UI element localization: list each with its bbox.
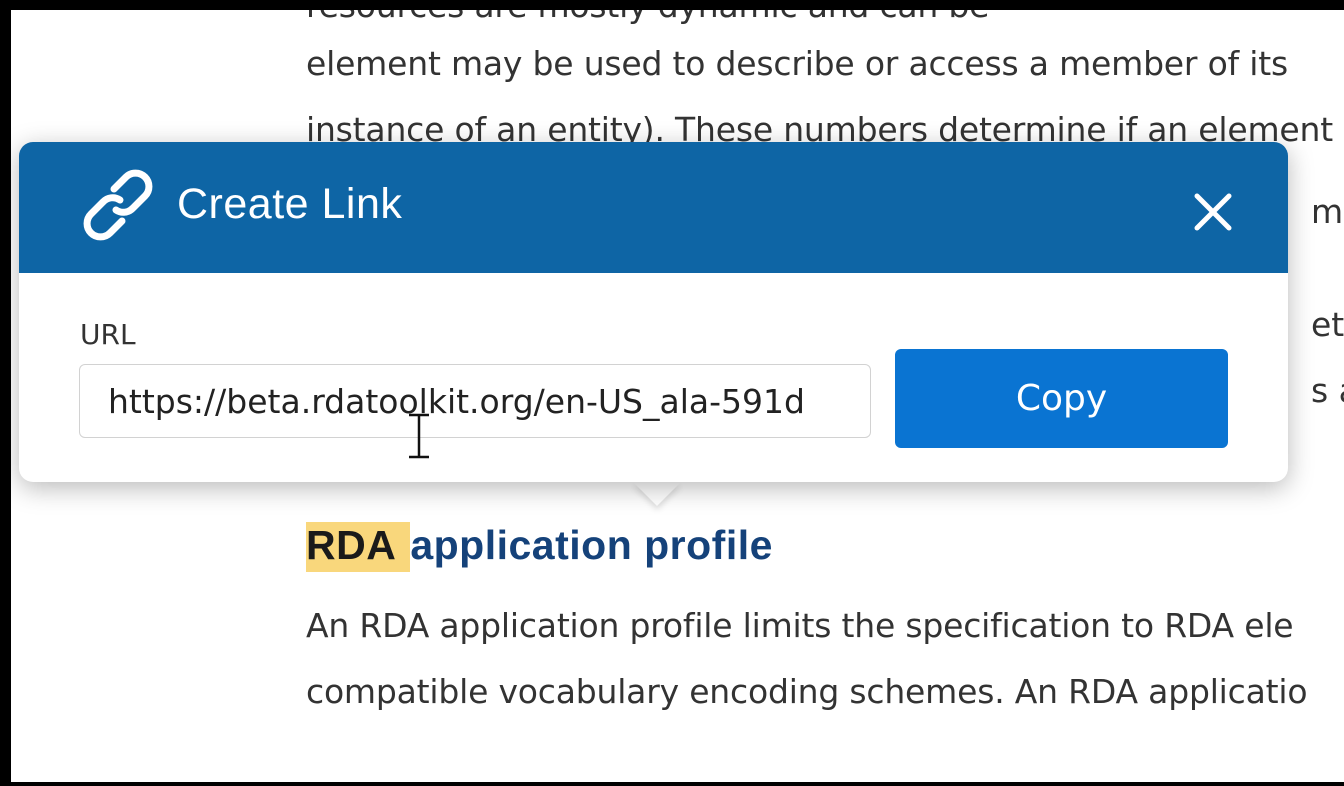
search-highlight: RDA	[306, 522, 411, 572]
copy-button[interactable]: Copy	[895, 349, 1228, 448]
dialog-title: Create Link	[177, 180, 403, 228]
section-heading: RDA application profile	[306, 522, 773, 572]
link-icon	[83, 169, 153, 241]
body-text-line: element may be used to describe or acces…	[306, 44, 1288, 83]
paragraph-line: An RDA application profile limits the sp…	[306, 606, 1294, 645]
page-content: resources are mostly dynamic and can be …	[11, 10, 1344, 782]
body-text-fragment: etac	[1311, 305, 1344, 344]
create-link-dialog: Create Link URL Copy	[19, 142, 1288, 482]
body-text-fragment: s ar	[1311, 371, 1344, 410]
body-text-fragment: max	[1311, 192, 1344, 231]
url-label: URL	[80, 318, 136, 351]
dialog-pointer	[633, 482, 681, 506]
heading-text: application profile	[410, 522, 773, 568]
dialog-header: Create Link	[19, 142, 1288, 273]
url-input[interactable]	[79, 364, 871, 438]
paragraph-line: compatible vocabulary encoding schemes. …	[306, 672, 1308, 711]
close-icon[interactable]	[1189, 188, 1237, 236]
body-text-line-partial: resources are mostly dynamic and can be	[306, 10, 989, 25]
